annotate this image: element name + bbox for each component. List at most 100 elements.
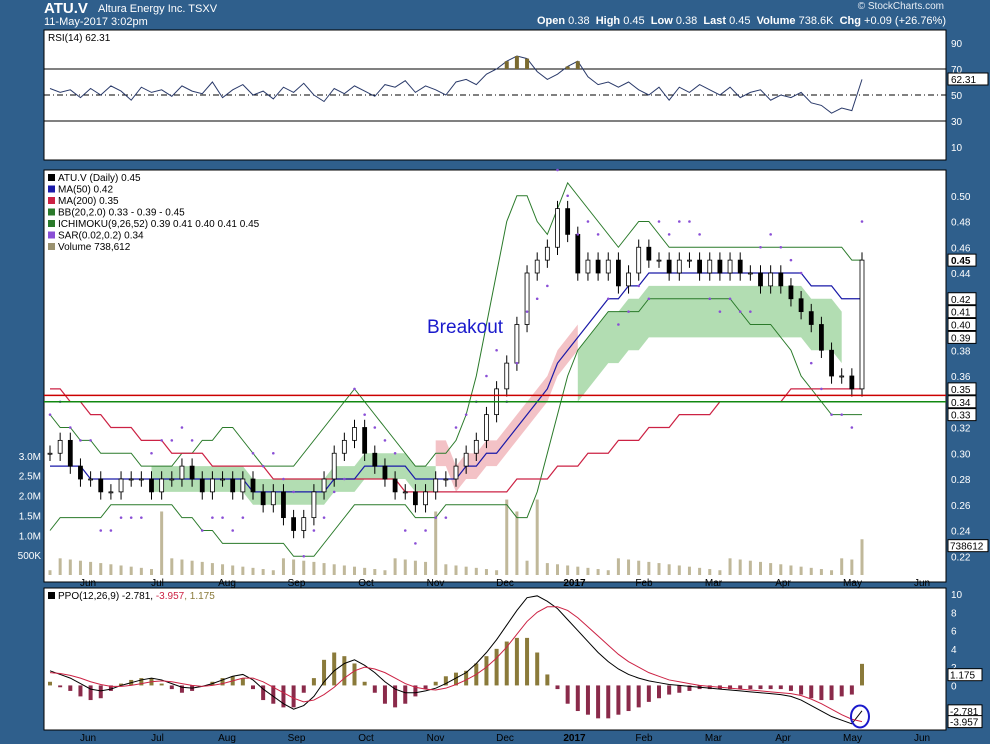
price-tick-label: 0.24 [951,527,971,538]
ppo-histogram-bar [849,685,854,695]
sar-dot [678,220,681,223]
volume-bar [78,560,82,575]
price-tick-label: 0.30 [951,449,971,460]
ppo-histogram-bar [372,685,377,693]
ppo-histogram-bar [748,685,753,690]
sar-dot [272,451,275,455]
price-value-tag-label: 0.33 [951,411,971,422]
price-candle [352,427,357,441]
volume-bar [312,561,316,575]
sar-dot [769,233,772,236]
volume-bar [708,569,712,575]
sar-dot [708,297,712,301]
price-value-tag-label: 0.35 [951,385,971,396]
ppo-x-axis-label: Dec [496,733,514,744]
ppo-histogram-bar [58,685,63,688]
ppo-histogram-bar [78,685,83,697]
legend-entry: MA(50) 0.42 [58,185,113,196]
volume-bar [850,559,854,575]
sar-dot [525,310,529,313]
ppo-histogram-bar [48,681,52,686]
volume-bar [383,570,387,575]
ppo-histogram-bar [525,637,530,686]
price-candle [707,259,713,274]
volume-bar [738,559,742,575]
volume-bar [99,563,103,575]
ppo-histogram-bar [646,685,651,702]
sar-dot [576,233,580,236]
ppo-histogram-bar [768,685,773,690]
price-candle [819,324,824,351]
price-candle [189,465,195,480]
ppo-histogram-bar [291,685,296,708]
price-candle [270,491,276,506]
ppo-histogram-bar [514,637,519,686]
legend-entry: MA(200) 0.35 [58,196,119,207]
ppo-histogram-bar [169,685,174,690]
sar-dot [535,297,539,301]
legend-swatch [48,231,55,239]
volume-bar [403,559,407,575]
volume-bar [566,565,570,575]
volume-bar [261,569,265,575]
price-candle [524,272,530,325]
sar-dot [546,284,549,288]
price-candle [504,362,510,390]
volume-bar [769,563,773,575]
ppo-histogram-bar [575,685,580,712]
volume-tick-label: 2.5M [19,472,41,483]
ppo-x-axis-label: Apr [775,733,791,744]
volume-tick-label: 2.0M [19,492,41,503]
ppo-histogram-bar [636,685,641,708]
volume-bar [748,560,752,575]
sar-dot [312,529,316,532]
ppo-histogram-bar [555,685,560,690]
price-candle [433,478,439,493]
sar-dot [251,451,255,455]
volume-bar [718,570,722,575]
sar-dot [322,516,326,519]
volume-bar [241,566,245,575]
price-tick-label: 0.36 [951,372,971,383]
sar-dot [129,516,133,519]
sar-dot [353,387,356,391]
volume-bar [363,567,367,575]
volume-bar [799,566,803,575]
ppo-label: PPO(12,26,9) -2.781, -3.957, 1.175 [58,591,215,602]
volume-bar [484,569,488,575]
volume-bar [373,569,377,575]
volume-bar [819,569,823,575]
volume-bar [586,567,590,575]
volume-bar [190,560,194,575]
price-candle [788,285,794,300]
price-candle [666,259,672,274]
price-tick-label: 0.44 [951,269,971,280]
price-candle [260,491,266,506]
rsi-tick-label: 10 [951,143,963,154]
price-candle [412,491,418,506]
ppo-histogram-bar [616,685,621,715]
price-candle [88,478,93,481]
sar-dot [434,516,438,519]
ppo-histogram-bar [382,685,387,704]
price-tick-label: 0.22 [951,552,971,563]
price-candle [555,208,560,248]
legend-swatch [48,220,55,227]
legend-swatch [48,174,55,181]
price-candle [311,491,317,519]
sar-dot [850,426,854,429]
volume-bar [139,567,143,575]
ppo-histogram-bar [758,685,763,690]
ppo-histogram-bar [159,683,164,686]
sar-dot [637,284,640,288]
price-candle [423,491,428,506]
price-candle [67,439,73,467]
sar-dot [627,310,630,313]
sar-dot [292,490,295,494]
x-axis-label: Dec [496,578,514,589]
volume-bar [251,567,255,575]
ppo-histogram-bar [332,652,337,686]
price-candle [301,517,307,531]
ppo-histogram-bar [535,652,540,686]
volume-bar [302,560,306,575]
